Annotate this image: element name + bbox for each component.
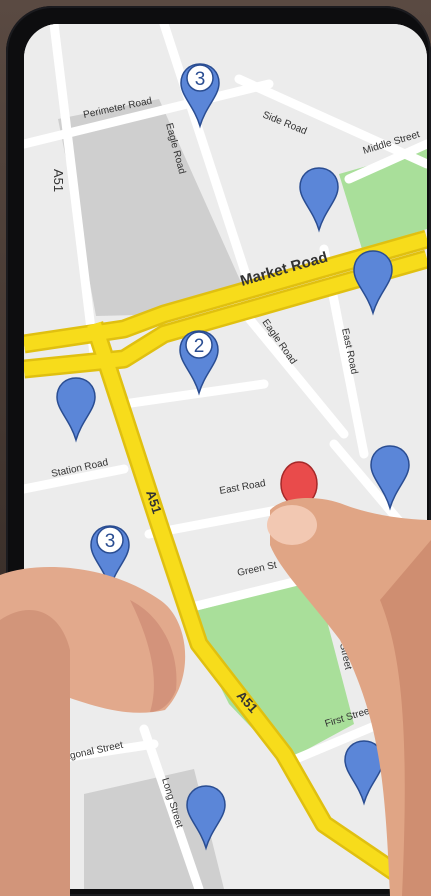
- hands-overlay: [0, 498, 431, 896]
- left-hand: [0, 610, 70, 896]
- right-fingernail: [267, 505, 317, 545]
